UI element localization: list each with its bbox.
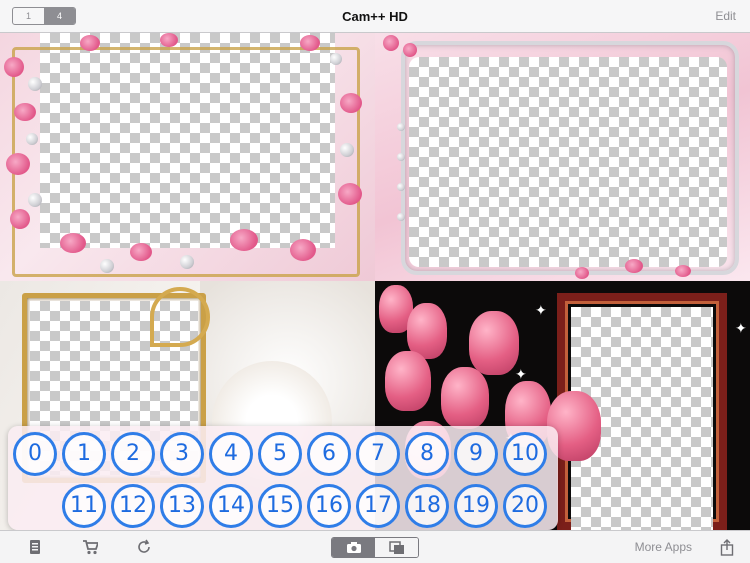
cart-icon[interactable] [82,539,100,559]
more-apps-button[interactable]: More Apps [635,540,692,554]
orchid-decoration [160,33,178,47]
count-option-19[interactable]: 19 [454,484,498,528]
pearl-decoration [340,143,354,157]
count-picker-popover: 0 1 2 3 4 5 6 7 8 9 10 11 12 13 14 15 16… [8,426,558,539]
tulip-decoration [385,351,431,411]
rose-decoration [625,259,643,273]
pearl-decoration [26,133,38,145]
gallery-icon[interactable] [375,538,418,557]
count-option-9[interactable]: 9 [454,432,498,476]
orchid-decoration [80,35,100,51]
count-option-11[interactable]: 11 [62,484,106,528]
count-option-13[interactable]: 13 [160,484,204,528]
orchid-decoration [340,93,362,113]
pearl-decoration [397,183,405,191]
count-option-18[interactable]: 18 [405,484,449,528]
count-option-14[interactable]: 14 [209,484,253,528]
pearl-decoration [397,153,405,161]
orchid-decoration [338,183,362,205]
orchid-decoration [6,153,30,175]
top-navigation-bar: 1 4 Cam++ HD Edit [0,0,750,33]
share-icon[interactable] [720,539,734,560]
orchid-decoration [4,57,24,77]
count-picker-row-2: 11 12 13 14 15 16 17 18 19 20 [62,484,547,528]
orchid-decoration [300,35,320,51]
count-option-4[interactable]: 4 [209,432,253,476]
count-option-10[interactable]: 10 [503,432,547,476]
orchid-decoration [130,243,152,261]
document-icon[interactable] [28,539,42,559]
mode-segmented-control [331,537,419,558]
count-option-5[interactable]: 5 [258,432,302,476]
sparkle-decoration: ✦ [535,302,547,318]
frame-thumbnail-2[interactable] [375,33,750,281]
orchid-decoration [290,239,316,261]
app-window: 1 4 Cam++ HD Edit ✦ ✦ ✦ 0 1 2 3 4 5 6 7 … [0,0,750,563]
tulip-decoration [469,311,519,375]
orchid-decoration [10,209,30,229]
count-option-12[interactable]: 12 [111,484,155,528]
pearl-decoration [180,255,194,269]
frame-thumbnail-1[interactable] [0,33,375,281]
refresh-icon[interactable] [136,539,152,559]
count-option-6[interactable]: 6 [307,432,351,476]
count-picker-row-1: 0 1 2 3 4 5 6 7 8 9 10 [13,432,547,476]
rose-decoration [575,267,589,279]
count-option-8[interactable]: 8 [405,432,449,476]
pearl-decoration [100,259,114,273]
pearl-decoration [28,77,42,91]
orchid-decoration [14,103,36,121]
count-option-17[interactable]: 17 [356,484,400,528]
orchid-decoration [230,229,258,251]
rose-decoration [675,265,691,277]
rose-decoration [383,35,399,51]
pearl-decoration [397,123,405,131]
count-option-3[interactable]: 3 [160,432,204,476]
count-option-1[interactable]: 1 [62,432,106,476]
count-option-7[interactable]: 7 [356,432,400,476]
orchid-decoration [60,233,86,253]
pearl-decoration [330,53,342,65]
count-option-0[interactable]: 0 [13,432,57,476]
count-option-16[interactable]: 16 [307,484,351,528]
tulip-decoration [441,367,489,429]
count-option-15[interactable]: 15 [258,484,302,528]
app-title: Cam++ HD [342,9,408,24]
bottom-toolbar: More Apps [0,530,750,563]
pearl-decoration [397,213,405,221]
edit-button[interactable]: Edit [715,9,736,23]
transparent-area [409,57,727,267]
count-option-2[interactable]: 2 [111,432,155,476]
pearl-decoration [28,193,42,207]
rose-decoration [403,43,417,57]
camera-icon[interactable] [332,538,375,557]
count-option-20[interactable]: 20 [503,484,547,528]
gold-ribbon-ornament [150,287,210,347]
sparkle-decoration: ✦ [515,366,527,382]
sparkle-decoration: ✦ [735,320,747,336]
